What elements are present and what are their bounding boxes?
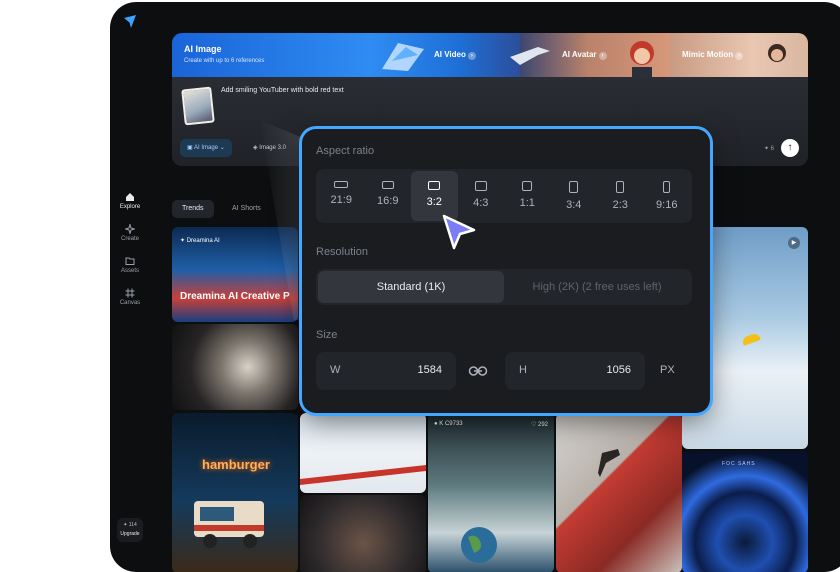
- tab-ai-shorts[interactable]: AI Shorts: [222, 200, 271, 218]
- cursor-icon: [442, 214, 476, 250]
- link-icon[interactable]: [468, 364, 488, 378]
- globe-icon: [461, 527, 497, 563]
- card-mimic-motion[interactable]: Mimic Motion ›: [670, 33, 808, 77]
- like-count: ♡ 292: [530, 422, 548, 428]
- card-label: AI Video ›: [434, 50, 476, 60]
- tab-trends[interactable]: Trends: [172, 200, 214, 218]
- gallery-tile[interactable]: [556, 413, 682, 572]
- ratio-option-21-9[interactable]: 21:9: [318, 171, 365, 221]
- tile-title: Dreamina AI Creative P: [180, 291, 290, 302]
- play-icon[interactable]: ▶: [788, 237, 800, 249]
- sidebar-item-explore[interactable]: Explore: [110, 192, 150, 210]
- resolution-standard-option[interactable]: Standard (1K): [318, 271, 504, 303]
- ratio-option-9-16[interactable]: 9:16: [644, 171, 691, 221]
- mimic-artwork-icon: [768, 44, 786, 62]
- card-ai-avatar[interactable]: AI Avatar ›: [510, 33, 670, 77]
- size-label: Size: [316, 329, 338, 341]
- sidebar-item-label: Canvas: [119, 300, 141, 306]
- ratio-shape-icon: [428, 181, 441, 190]
- ratio-option-16-9[interactable]: 16:9: [365, 171, 412, 221]
- width-value[interactable]: 1584: [418, 364, 442, 376]
- ratio-option-1-1[interactable]: 1:1: [504, 171, 551, 221]
- gallery-tile[interactable]: ✦ Dreamina AI Dreamina AI Creative P: [172, 227, 298, 322]
- avatar-artwork-icon: [630, 41, 654, 77]
- resolution-selector: Standard (1K) High (2K) (2 free uses lef…: [316, 269, 692, 305]
- dreamina-logo-icon[interactable]: [122, 14, 138, 30]
- width-field[interactable]: W 1584: [316, 352, 456, 390]
- food-truck-icon: [194, 501, 264, 548]
- ratio-shape-icon: [522, 181, 533, 191]
- height-label: H: [519, 364, 527, 376]
- ratio-option-3-4[interactable]: 3:4: [551, 171, 598, 221]
- height-field[interactable]: H 1056: [505, 352, 645, 390]
- ratio-option-2-3[interactable]: 2:3: [597, 171, 644, 221]
- ratio-shape-icon: [381, 181, 394, 189]
- ai-image-mode-dropdown[interactable]: ▣ AI Image ⌄: [180, 139, 232, 157]
- send-button[interactable]: ↑: [781, 139, 799, 157]
- gallery-tabs: Trends AI Shorts: [172, 197, 275, 218]
- credit-cost: ✦ 6: [763, 146, 774, 152]
- jet-artwork-icon: [510, 47, 550, 65]
- flying-figure-icon: [598, 449, 620, 477]
- neon-sign-text: hamburger: [202, 457, 270, 472]
- sidebar-item-label: Create: [120, 236, 139, 242]
- creator-name: ● K C9733: [434, 421, 463, 427]
- image-settings-popover: Aspect ratio 21:9 16:9 3:2 4:3 1:1 3:4 2…: [302, 129, 710, 413]
- width-label: W: [330, 364, 341, 376]
- card-title: AI Image: [184, 44, 222, 54]
- canvas-icon: [125, 288, 135, 298]
- prompt-input[interactable]: Add smiling YouTuber with bold red text: [221, 87, 344, 94]
- tile-text: FOC SAHS: [722, 461, 756, 467]
- ratio-shape-icon: [616, 181, 625, 193]
- paraglider-icon: [741, 332, 761, 346]
- gallery-tile[interactable]: ● K C9733 ♡ 292: [428, 413, 554, 572]
- ratio-shape-icon: [663, 181, 671, 193]
- sparkle-icon: [123, 222, 137, 236]
- reference-thumbnail[interactable]: [181, 86, 215, 126]
- sidebar-item-label: Assets: [120, 268, 139, 274]
- ratio-shape-icon: [569, 181, 579, 193]
- card-ai-video[interactable]: AI Video ›: [370, 33, 520, 77]
- card-label: AI Avatar ›: [562, 50, 607, 60]
- home-icon: [125, 192, 135, 202]
- card-ai-image[interactable]: AI Image Create with up to 6 references: [172, 33, 370, 77]
- resolution-label: Resolution: [316, 246, 368, 258]
- gallery-tile[interactable]: [172, 324, 298, 410]
- upgrade-label: Upgrade: [120, 531, 140, 537]
- ratio-shape-icon: [334, 181, 349, 188]
- gallery-tile[interactable]: [300, 413, 426, 493]
- sidebar-item-assets[interactable]: Assets: [110, 256, 150, 274]
- aspect-ratio-selector: 21:9 16:9 3:2 4:3 1:1 3:4 2:3 9:16: [316, 169, 692, 223]
- upgrade-button[interactable]: ✦ 114 Upgrade: [117, 518, 143, 542]
- mode-cards: AI Image Create with up to 6 references …: [172, 33, 808, 77]
- credits-count: ✦ 114: [123, 522, 137, 528]
- sidebar-item-label: Explore: [119, 204, 141, 210]
- brand-label: ✦ Dreamina AI: [180, 238, 220, 244]
- gallery-tile[interactable]: FOC SAHS: [682, 451, 808, 572]
- folder-icon: [125, 256, 135, 266]
- ratio-shape-icon: [474, 181, 487, 191]
- height-value[interactable]: 1056: [607, 364, 631, 376]
- sidebar-item-canvas[interactable]: Canvas: [110, 288, 150, 306]
- gallery-tile[interactable]: hamburger: [172, 413, 298, 572]
- sidebar: Explore Create Assets Canvas ✦ 114 Upgra…: [110, 2, 150, 572]
- aspect-ratio-label: Aspect ratio: [316, 145, 375, 157]
- ai-video-artwork-icon: [382, 43, 424, 71]
- sidebar-item-create[interactable]: Create: [110, 222, 150, 242]
- resolution-high-option[interactable]: High (2K) (2 free uses left): [504, 271, 690, 303]
- card-label: Mimic Motion ›: [682, 50, 744, 60]
- red-ribbon-icon: [300, 465, 426, 485]
- card-subtitle: Create with up to 6 references: [184, 58, 265, 64]
- gallery-tile[interactable]: [300, 495, 426, 572]
- unit-label: PX: [660, 364, 675, 376]
